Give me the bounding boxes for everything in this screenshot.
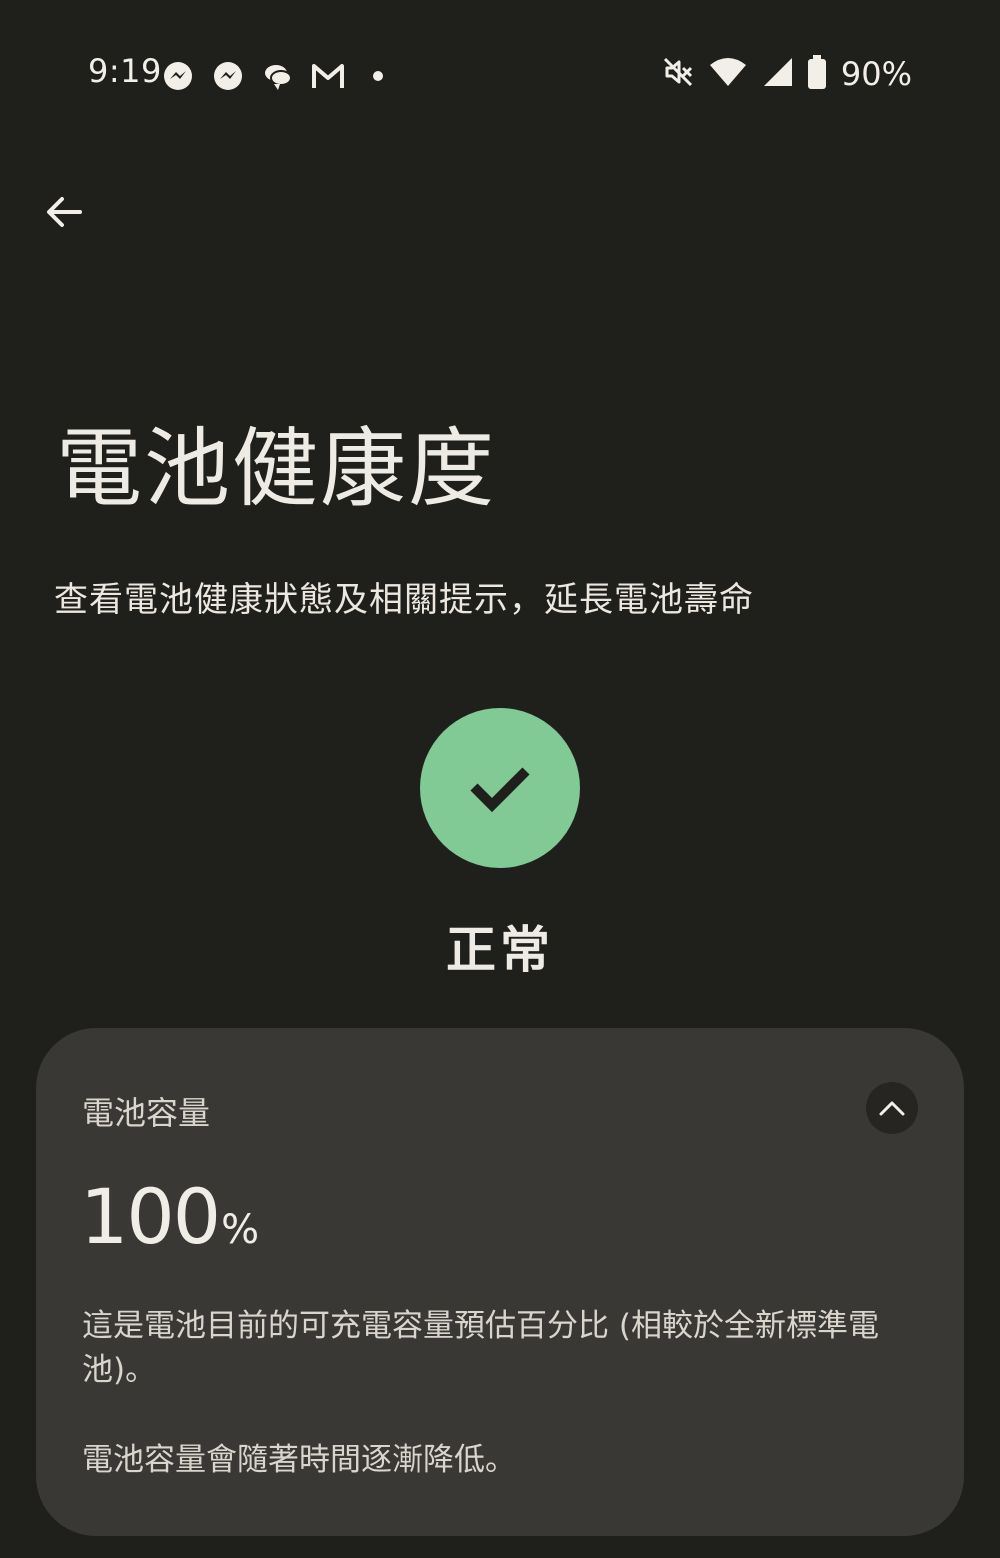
capacity-note: 電池容量會隨著時間逐漸降低。	[82, 1442, 516, 1478]
capacity-description: 這是電池目前的可充電容量預估百分比 (相較於全新標準電池)。	[82, 1308, 879, 1388]
check-icon	[470, 767, 530, 813]
system-status-icons: 90%	[661, 55, 912, 93]
wifi-icon	[709, 57, 747, 91]
capacity-unit: %	[221, 1207, 260, 1253]
health-status-indicator	[420, 708, 580, 868]
card-title: 電池容量	[82, 1094, 211, 1132]
chat-icon	[260, 58, 296, 94]
dot-icon	[360, 58, 396, 94]
status-time: 9:19	[88, 52, 162, 90]
capacity-value: 100 %	[80, 1172, 259, 1261]
battery-health-screen: 9:19 90% 電池健康度 查看電池健康狀態及相關提示，延長電池壽命 正常 電…	[0, 0, 1000, 1558]
status-bar: 9:19 90%	[0, 0, 1000, 150]
chevron-up-icon	[879, 1101, 905, 1116]
messenger-icon	[160, 58, 196, 94]
page-title: 電池健康度	[56, 419, 496, 519]
page-subtitle: 查看電池健康狀態及相關提示，延長電池壽命	[54, 580, 754, 620]
back-button[interactable]	[32, 180, 96, 244]
gmail-icon	[310, 58, 346, 94]
arrow-back-icon	[47, 197, 82, 227]
health-status-label: 正常	[446, 921, 554, 979]
signal-icon	[761, 57, 793, 91]
mute-icon	[661, 55, 695, 93]
collapse-button[interactable]	[866, 1082, 918, 1134]
notification-icons	[160, 58, 396, 94]
capacity-number: 100	[80, 1172, 221, 1261]
battery-icon	[807, 55, 827, 93]
battery-percent: 90%	[840, 55, 912, 93]
battery-capacity-card: 電池容量 100 % 這是電池目前的可充電容量預估百分比 (相較於全新標準電池)…	[36, 1028, 964, 1536]
messenger-icon	[210, 58, 246, 94]
